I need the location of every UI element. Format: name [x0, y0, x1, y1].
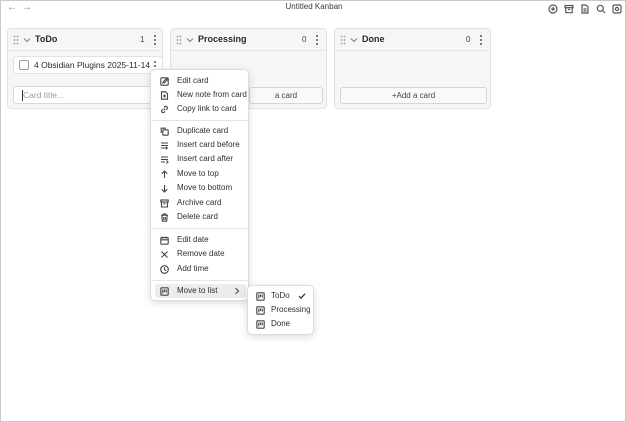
chevron-down-icon[interactable] [186, 36, 194, 44]
archive-icon [160, 198, 169, 208]
duplicate-icon [160, 127, 169, 136]
settings-icon[interactable] [610, 2, 623, 15]
menu-item-move-to-top[interactable]: Move to top [155, 167, 246, 181]
lane-title: Done [362, 34, 385, 44]
list-icon [160, 286, 169, 296]
drag-handle-icon[interactable] [176, 35, 182, 45]
lane-header: Processing 0 [171, 29, 326, 51]
list-icon [256, 291, 265, 301]
more-vertical-icon[interactable] [313, 34, 321, 46]
menu-item-edit-date[interactable]: Edit date [155, 233, 246, 247]
lane-todo: ToDo 1 4 Obsidian Plugins 2025-11-14 Car… [7, 28, 163, 109]
add-circle-icon[interactable] [546, 2, 559, 15]
menu-separator [151, 228, 248, 229]
chevron-right-icon [234, 287, 240, 295]
menu-separator [151, 280, 248, 281]
calendar-icon [160, 236, 169, 245]
search-icon[interactable] [594, 2, 607, 15]
title-bar: ← → Untitled Kanban [1, 1, 626, 15]
list-icon [256, 319, 265, 329]
list-icon [256, 305, 265, 315]
trash-icon [160, 212, 169, 222]
link-icon [160, 105, 169, 114]
add-card-button[interactable]: +Add a card [340, 87, 487, 104]
arrow-up-icon [160, 169, 169, 179]
toolbar-icons [546, 2, 623, 15]
lane-card-count: 1 [140, 35, 145, 44]
menu-item-archive-card[interactable]: Archive card [155, 196, 246, 210]
kanban-card[interactable]: 4 Obsidian Plugins 2025-11-14 [13, 56, 163, 74]
menu-item-duplicate-card[interactable]: Duplicate card [155, 124, 246, 138]
lane-header: ToDo 1 [8, 29, 162, 51]
check-icon [298, 292, 306, 300]
x-icon [160, 250, 169, 259]
drag-handle-icon[interactable] [340, 35, 346, 45]
lane-card-count: 0 [466, 35, 471, 44]
more-vertical-icon[interactable] [151, 34, 159, 46]
chevron-down-icon[interactable] [350, 36, 358, 44]
menu-item-delete-card[interactable]: Delete card [155, 210, 246, 224]
drag-handle-icon[interactable] [13, 35, 19, 45]
menu-item-remove-date[interactable]: Remove date [155, 247, 246, 261]
menu-item-move-to-list[interactable]: Move to list [155, 284, 246, 298]
clock-icon [160, 264, 169, 274]
archive-icon[interactable] [562, 2, 575, 15]
move-to-list-submenu: ToDo Processing Done [247, 285, 314, 335]
card-title-input[interactable]: Card title... [13, 86, 163, 104]
new-note-icon [160, 90, 169, 100]
lane-header: Done 0 [335, 29, 490, 51]
insert-after-icon [160, 155, 169, 164]
chevron-down-icon[interactable] [23, 36, 31, 44]
menu-item-edit-card[interactable]: Edit card [155, 74, 246, 88]
lane-title: ToDo [35, 34, 58, 44]
card-checkbox[interactable] [19, 60, 29, 70]
arrow-down-icon [160, 184, 169, 193]
card-context-menu: Edit card New note from card Copy link t… [150, 69, 249, 301]
app-window: ← → Untitled Kanban ToDo 1 4 Obsidian Pl… [0, 0, 626, 422]
menu-separator [151, 120, 248, 121]
menu-item-copy-link[interactable]: Copy link to card [155, 102, 246, 116]
add-card-button[interactable]: a card [249, 87, 323, 104]
more-vertical-icon[interactable] [477, 34, 485, 46]
insert-before-icon [160, 141, 169, 150]
submenu-item-processing[interactable]: Processing [251, 303, 312, 317]
lane-title: Processing [198, 34, 247, 44]
lane-done: Done 0 +Add a card [334, 28, 491, 109]
window-title: Untitled Kanban [285, 2, 343, 11]
edit-icon [160, 76, 169, 86]
menu-item-add-time[interactable]: Add time [155, 262, 246, 276]
menu-item-insert-before[interactable]: Insert card before [155, 138, 246, 152]
menu-item-new-note[interactable]: New note from card [155, 88, 247, 102]
document-icon[interactable] [578, 2, 591, 15]
card-title: 4 Obsidian Plugins 2025-11-14 [34, 60, 151, 70]
submenu-item-done[interactable]: Done [251, 317, 312, 331]
lane-card-count: 0 [302, 35, 307, 44]
menu-item-move-to-bottom[interactable]: Move to bottom [155, 181, 246, 195]
submenu-item-todo[interactable]: ToDo [251, 289, 312, 303]
menu-item-insert-after[interactable]: Insert card after [155, 152, 246, 166]
